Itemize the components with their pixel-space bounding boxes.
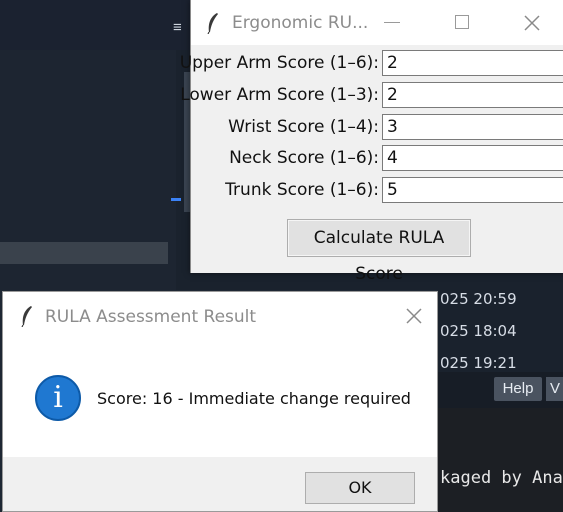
lower-arm-input[interactable]: 2 <box>382 82 563 108</box>
upper-arm-label: Upper Arm Score (1–6): <box>179 53 379 73</box>
date-item: 025 19:21 <box>440 354 517 372</box>
help-button[interactable]: Help <box>494 377 542 401</box>
dialog-title: RULA Assessment Result <box>45 307 257 327</box>
trunk-input[interactable]: 5 <box>382 177 563 203</box>
wrist-label: Wrist Score (1–4): <box>228 117 379 137</box>
feather-icon <box>21 306 32 327</box>
neck-label: Neck Score (1–6): <box>229 148 379 168</box>
ok-button[interactable]: OK <box>305 472 415 504</box>
terminal-output: kaged by Ana <box>440 468 563 488</box>
date-item: 025 18:04 <box>440 322 517 340</box>
wrist-input[interactable]: 3 <box>382 114 563 140</box>
result-dialog: RULA Assessment Result i Score: 16 - Imm… <box>2 291 438 512</box>
window-title: Ergonomic RU... <box>232 13 369 33</box>
close-icon[interactable] <box>521 12 543 34</box>
info-icon: i <box>35 375 81 421</box>
date-item: 025 20:59 <box>440 290 517 308</box>
trunk-label: Trunk Score (1–6): <box>225 180 379 200</box>
calculate-button[interactable]: Calculate RULA Score <box>287 219 471 284</box>
minimize-button[interactable] <box>384 22 400 23</box>
feather-icon <box>207 13 218 34</box>
sidebar-selected-item[interactable] <box>0 242 168 264</box>
dialog-titlebar: RULA Assessment Result <box>3 292 437 340</box>
close-icon[interactable] <box>403 305 425 327</box>
menu-icon[interactable]: ≡ <box>173 20 189 36</box>
ergonomic-window: Ergonomic RU... Upper Arm Score (1–6): 2… <box>180 0 563 284</box>
terminal-panel <box>438 408 563 512</box>
window-titlebar: Ergonomic RU... <box>191 0 563 45</box>
result-message: Score: 16 - Immediate change required <box>97 389 411 408</box>
active-indicator <box>171 198 181 201</box>
upper-arm-input[interactable]: 2 <box>382 50 563 76</box>
lower-arm-label: Lower Arm Score (1–3): <box>180 85 379 105</box>
maximize-button[interactable] <box>455 15 469 29</box>
neck-input[interactable]: 4 <box>382 145 563 171</box>
tab-partial[interactable]: V <box>546 377 563 401</box>
